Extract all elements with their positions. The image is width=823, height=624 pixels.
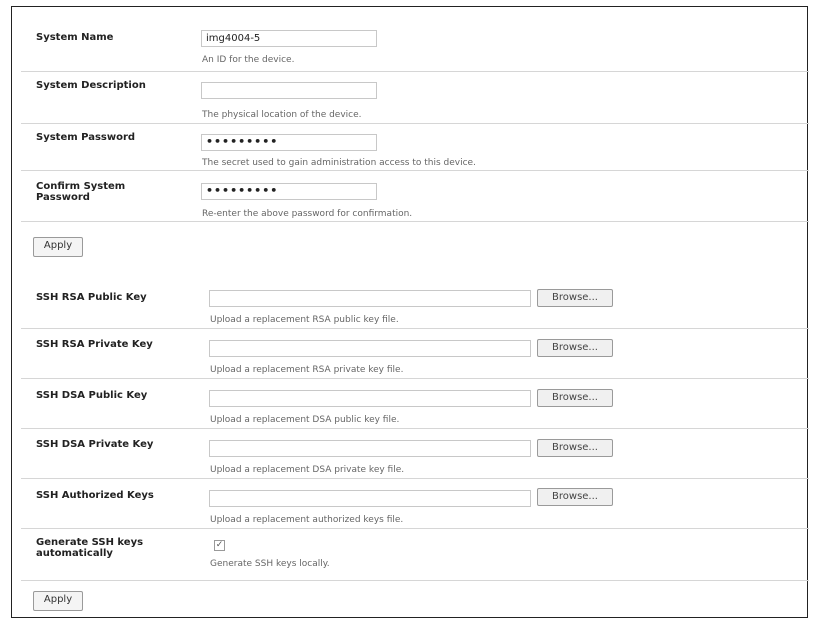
- ssh-rsa-public-label: SSH RSA Public Key: [36, 292, 147, 303]
- system-name-row: System Name img4004-5 An ID for the devi…: [21, 20, 809, 72]
- confirm-password-row: Confirm System Password ••••••••• Re-ent…: [21, 171, 809, 222]
- ssh-rsa-private-label: SSH RSA Private Key: [36, 339, 153, 350]
- system-password-row: System Password ••••••••• The secret use…: [21, 124, 809, 171]
- generate-ssh-keys-row: Generate SSH keys automatically ✓ Genera…: [21, 529, 809, 581]
- ssh-dsa-public-row: SSH DSA Public Key Browse... Upload a re…: [21, 379, 809, 429]
- ssh-dsa-public-file-input[interactable]: [209, 390, 531, 407]
- apply-system-button[interactable]: Apply: [33, 237, 83, 257]
- ssh-dsa-private-label: SSH DSA Private Key: [36, 439, 154, 450]
- ssh-rsa-public-browse-button[interactable]: Browse...: [537, 289, 613, 307]
- ssh-authorized-keys-file-input[interactable]: [209, 490, 531, 507]
- system-description-row: System Description The physical location…: [21, 72, 809, 124]
- confirm-password-hint: Re-enter the above password for confirma…: [202, 209, 413, 219]
- generate-ssh-keys-checkbox[interactable]: ✓: [214, 540, 225, 551]
- ssh-dsa-private-hint: Upload a replacement DSA private key fil…: [210, 465, 405, 475]
- ssh-rsa-public-hint: Upload a replacement RSA public key file…: [210, 315, 399, 325]
- ssh-rsa-public-row: SSH RSA Public Key Browse... Upload a re…: [21, 280, 809, 329]
- confirm-password-input[interactable]: •••••••••: [201, 183, 377, 200]
- system-name-input[interactable]: img4004-5: [201, 30, 377, 47]
- ssh-dsa-public-browse-button[interactable]: Browse...: [537, 389, 613, 407]
- generate-ssh-keys-hint: Generate SSH keys locally.: [210, 559, 330, 569]
- generate-ssh-keys-label: Generate SSH keys automatically: [36, 537, 144, 559]
- ssh-rsa-private-hint: Upload a replacement RSA private key fil…: [210, 365, 404, 375]
- system-password-input[interactable]: •••••••••: [201, 134, 377, 151]
- system-description-input[interactable]: [201, 82, 377, 99]
- system-password-label: System Password: [36, 132, 136, 143]
- ssh-dsa-private-file-input[interactable]: [209, 440, 531, 457]
- ssh-rsa-private-file-input[interactable]: [209, 340, 531, 357]
- ssh-rsa-public-file-input[interactable]: [209, 290, 531, 307]
- ssh-authorized-keys-label: SSH Authorized Keys: [36, 490, 154, 501]
- confirm-password-label: Confirm System Password: [36, 181, 126, 203]
- ssh-rsa-private-row: SSH RSA Private Key Browse... Upload a r…: [21, 329, 809, 379]
- system-name-hint: An ID for the device.: [202, 55, 295, 65]
- ssh-authorized-keys-hint: Upload a replacement authorized keys fil…: [210, 515, 404, 525]
- ssh-authorized-keys-browse-button[interactable]: Browse...: [537, 488, 613, 506]
- system-name-label: System Name: [36, 32, 114, 43]
- ssh-dsa-public-hint: Upload a replacement DSA public key file…: [210, 415, 400, 425]
- ssh-authorized-keys-row: SSH Authorized Keys Browse... Upload a r…: [21, 479, 809, 529]
- system-password-hint: The secret used to gain administration a…: [202, 158, 476, 168]
- ssh-rsa-private-browse-button[interactable]: Browse...: [537, 339, 613, 357]
- ssh-dsa-private-browse-button[interactable]: Browse...: [537, 439, 613, 457]
- apply-ssh-button[interactable]: Apply: [33, 591, 83, 611]
- system-description-hint: The physical location of the device.: [202, 110, 362, 120]
- system-description-label: System Description: [36, 80, 146, 91]
- ssh-dsa-public-label: SSH DSA Public Key: [36, 390, 148, 401]
- ssh-dsa-private-row: SSH DSA Private Key Browse... Upload a r…: [21, 429, 809, 479]
